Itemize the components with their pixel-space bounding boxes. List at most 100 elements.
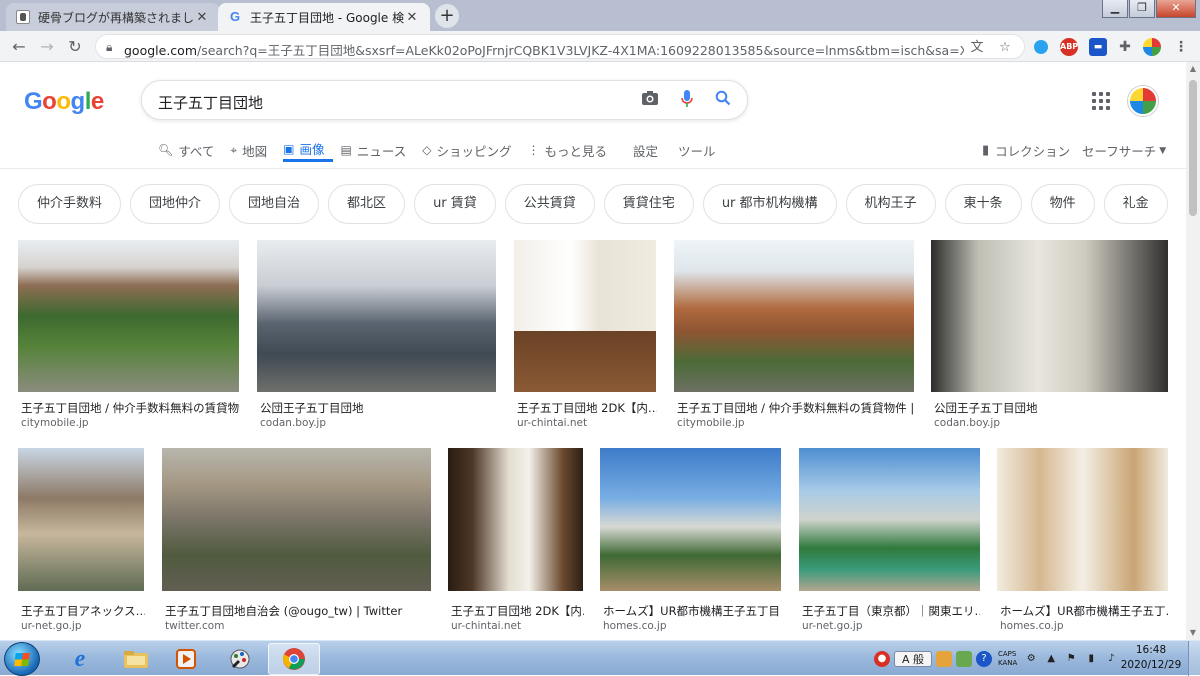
chip[interactable]: 礼金 xyxy=(1103,184,1168,224)
network-signal-icon[interactable]: ▮ xyxy=(1083,651,1099,667)
result-title[interactable]: 王子五丁目団地 / 仲介手数料無料の賃貸物件 | … xyxy=(677,400,914,416)
result-thumbnail[interactable] xyxy=(18,240,239,392)
microphone-icon[interactable] xyxy=(676,90,698,112)
result-source: homes.co.jp xyxy=(603,620,667,632)
result-thumbnail[interactable] xyxy=(18,448,144,591)
tab-all[interactable]: 🔍︎ すべて xyxy=(158,138,222,162)
result-thumbnail[interactable] xyxy=(514,240,656,392)
chip[interactable]: 公共賃貸 xyxy=(504,184,595,224)
window-close-icon[interactable]: ✕ xyxy=(1156,0,1196,18)
start-button[interactable] xyxy=(4,642,40,676)
scroll-down-icon[interactable]: ▼ xyxy=(1186,626,1200,640)
google-apps-icon[interactable] xyxy=(1092,92,1110,110)
result-thumbnail[interactable] xyxy=(674,240,914,392)
chip[interactable]: 東十条 xyxy=(944,184,1022,224)
result-title[interactable]: 王子五丁目アネックス… xyxy=(21,603,145,619)
chat-extension-icon[interactable]: ▬ xyxy=(1089,38,1107,56)
url-text[interactable]: google.com/search?q=王子五丁目団地&sxsrf=ALeKk0… xyxy=(124,40,964,59)
paint-app-icon[interactable] xyxy=(214,643,266,675)
vertical-scrollbar[interactable]: ▲ ▼ xyxy=(1186,62,1200,640)
result-title[interactable]: 王子五丁目団地自治会 (@ougo_tw) | Twitter xyxy=(165,603,431,619)
chip[interactable]: 団地自治 xyxy=(229,184,320,224)
chip[interactable]: 机构王子 xyxy=(845,184,936,224)
result-thumbnail[interactable] xyxy=(257,240,496,392)
taskbar-clock[interactable]: 16:48 2020/12/29 xyxy=(1116,643,1186,673)
help-icon[interactable]: ? xyxy=(976,651,992,667)
result-title[interactable]: 王子五丁目団地 / 仲介手数料無料の賃貸物… xyxy=(21,400,239,416)
search-input[interactable]: 王子五丁目団地 xyxy=(141,80,748,120)
camera-icon[interactable] xyxy=(639,90,661,112)
result-thumbnail[interactable] xyxy=(162,448,431,591)
search-query[interactable]: 王子五丁目団地 xyxy=(158,92,263,113)
search-submit-icon[interactable] xyxy=(712,90,734,112)
google-logo[interactable]: Google xyxy=(24,88,104,116)
chip[interactable]: 賃貸住宅 xyxy=(603,184,694,224)
media-player-icon[interactable] xyxy=(160,643,212,675)
new-tab-button[interactable]: + xyxy=(435,4,459,28)
chip[interactable]: 団地仲介 xyxy=(130,184,221,224)
chip[interactable]: 物件 xyxy=(1030,184,1095,224)
chip[interactable]: 都北区 xyxy=(328,184,406,224)
settings-link[interactable]: 設定 xyxy=(633,138,666,162)
ime-dictionary-icon[interactable] xyxy=(956,651,972,667)
ime-tool-icon[interactable] xyxy=(936,651,952,667)
settings-small-icon[interactable]: ⚙ xyxy=(1023,651,1039,667)
bookmark-star-icon[interactable]: ☆ xyxy=(996,39,1014,57)
minimize-icon[interactable]: ▁ xyxy=(1102,0,1128,18)
tools-label: ツール xyxy=(678,143,716,159)
flag-icon[interactable]: ⚑ xyxy=(1063,651,1079,667)
result-thumbnail[interactable] xyxy=(997,448,1168,591)
tab-shopping[interactable]: ◇ ショッピング xyxy=(422,138,519,162)
forward-arrow-icon[interactable]: → xyxy=(36,36,58,58)
tab-close-icon[interactable]: ✕ xyxy=(404,10,420,25)
clock-date: 2020/12/29 xyxy=(1120,659,1182,671)
account-avatar[interactable] xyxy=(1128,86,1158,116)
result-title[interactable]: 王子五丁目団地 2DK【内… xyxy=(451,603,584,619)
result-title[interactable]: ホームズ】UR都市機構王子五丁目… xyxy=(603,603,781,619)
browser-toolbar: ← → ↻ 🔒︎ google.com/search?q=王子五丁目団地&sxs… xyxy=(0,31,1200,62)
profile-icon[interactable] xyxy=(1143,38,1161,56)
result-source: ur-chintai.net xyxy=(517,417,588,429)
chrome-taskbar-icon[interactable] xyxy=(268,643,320,675)
show-desktop-button[interactable] xyxy=(1188,641,1200,676)
translate-icon[interactable]: 文 xyxy=(968,39,986,57)
tray-app-icon[interactable]: ● xyxy=(874,651,890,667)
back-arrow-icon[interactable]: ← xyxy=(8,36,30,58)
chip[interactable]: ur 都市机构機構 xyxy=(702,184,837,224)
result-thumbnail[interactable] xyxy=(448,448,583,591)
collections-link[interactable]: ▮ コレクション xyxy=(982,141,1070,160)
result-title[interactable]: 公団王子五丁目団地 xyxy=(260,400,496,416)
browser-tab-blog[interactable]: 硬骨ブログが再構築されました ✕ xyxy=(6,3,220,31)
tab-maps[interactable]: ⌖ 地図 xyxy=(230,138,275,162)
tab-news[interactable]: ▤ ニュース xyxy=(341,138,415,162)
browser-menu-icon[interactable]: ⋮ xyxy=(1172,38,1190,56)
tools-link[interactable]: ツール xyxy=(678,138,724,162)
result-thumbnail[interactable] xyxy=(931,240,1168,392)
scroll-up-icon[interactable]: ▲ xyxy=(1186,62,1200,76)
result-thumbnail[interactable] xyxy=(799,448,980,591)
tab-close-icon[interactable]: ✕ xyxy=(194,10,210,25)
reload-icon[interactable]: ↻ xyxy=(64,36,86,58)
maximize-icon[interactable]: ❐ xyxy=(1129,0,1155,18)
lock-icon: 🔒︎ xyxy=(106,40,113,54)
tray-expand-icon[interactable]: ▲ xyxy=(1043,651,1059,667)
chip[interactable]: 仲介手数料 xyxy=(18,184,122,224)
result-title[interactable]: ホームズ】UR都市機構王子五丁… xyxy=(1000,603,1168,619)
ime-indicator[interactable]: A 般 xyxy=(894,651,932,667)
abp-extension-icon[interactable]: ABP xyxy=(1060,38,1078,56)
result-thumbnail[interactable] xyxy=(600,448,781,591)
internet-explorer-icon[interactable]: e xyxy=(54,643,106,675)
chip[interactable]: ur 賃貸 xyxy=(414,184,496,224)
extensions-puzzle-icon[interactable]: ✚ xyxy=(1116,38,1134,56)
result-title[interactable]: 公団王子五丁目団地 xyxy=(934,400,1168,416)
cloud-extension-icon[interactable] xyxy=(1034,40,1048,54)
scrollbar-thumb[interactable] xyxy=(1189,80,1197,216)
result-title[interactable]: 王子五丁目団地 2DK【内… xyxy=(517,400,657,416)
file-explorer-icon[interactable] xyxy=(110,643,162,675)
browser-tab-google[interactable]: G 王子五丁目団地 - Google 検索 ✕ xyxy=(218,3,430,31)
result-title[interactable]: 王子五丁目（東京都）｜関東エリ… xyxy=(802,603,980,619)
tab-images[interactable]: ▣ 画像 xyxy=(283,138,333,162)
safesearch-dropdown[interactable]: セーフサーチ ▼ xyxy=(1082,141,1166,160)
address-bar[interactable]: 🔒︎ google.com/search?q=王子五丁目団地&sxsrf=ALe… xyxy=(95,34,1025,59)
tab-more[interactable]: ⋮ もっと見る xyxy=(528,138,616,162)
